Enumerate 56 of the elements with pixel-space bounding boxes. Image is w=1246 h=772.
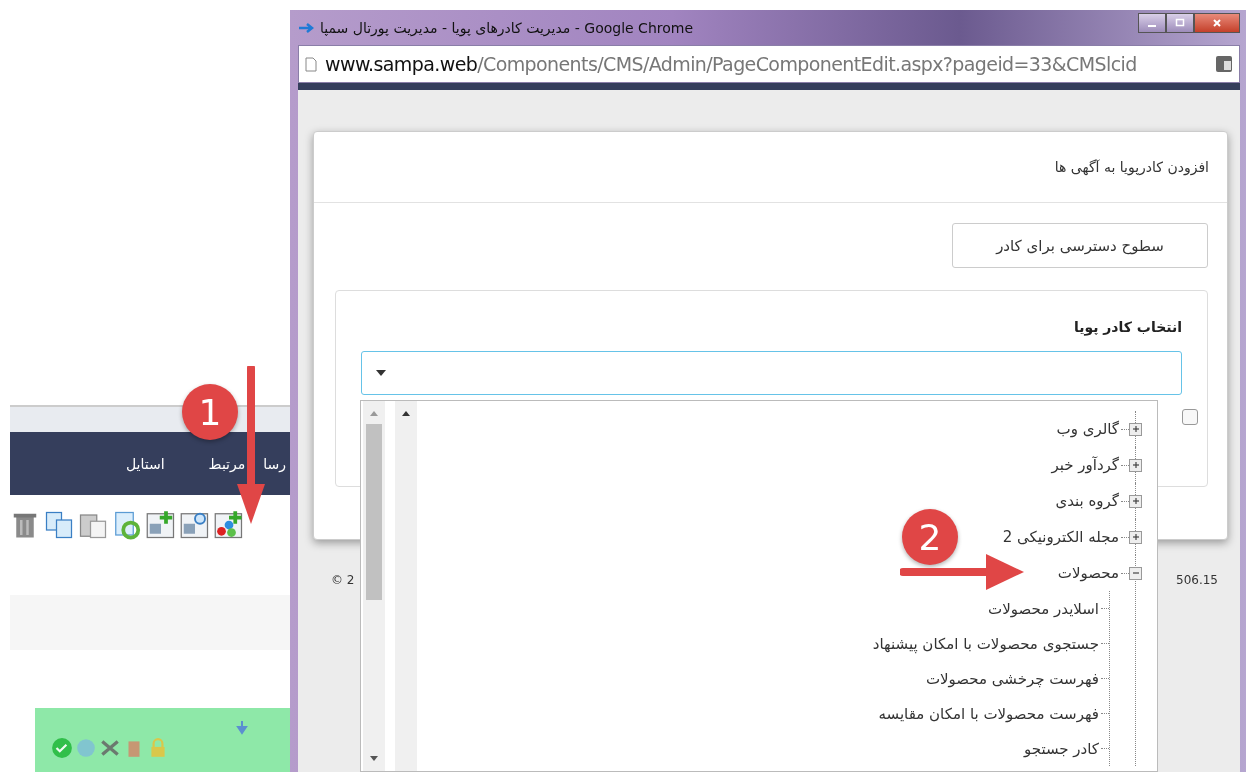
down-arrow-icon[interactable] bbox=[236, 721, 248, 735]
field-label: انتخاب کادر پویا bbox=[1073, 319, 1182, 335]
tree-item[interactable]: فهرست چرخشی محصولات bbox=[923, 669, 1101, 688]
expander[interactable] bbox=[1129, 530, 1142, 544]
url-text: www.sampa.web/Components/CMS/Admin/PageComponentEdit.aspx?pageid=33&CMSlcid bbox=[325, 53, 1138, 75]
scroll-down-icon[interactable] bbox=[370, 756, 378, 761]
maximize-icon bbox=[1175, 17, 1185, 28]
plus-icon bbox=[1131, 425, 1140, 433]
scrollbar[interactable] bbox=[363, 401, 385, 771]
close-icon bbox=[1212, 17, 1222, 28]
expander[interactable] bbox=[1129, 422, 1142, 436]
add-component-icon[interactable] bbox=[214, 510, 244, 540]
page-icon bbox=[305, 56, 317, 72]
app-icon bbox=[298, 22, 314, 33]
tree-item[interactable]: محصولات bbox=[1055, 564, 1121, 582]
copy-icon[interactable] bbox=[44, 510, 74, 540]
select-field[interactable] bbox=[361, 351, 1182, 395]
expander[interactable] bbox=[1129, 494, 1142, 508]
menu-item[interactable]: استایل bbox=[126, 455, 165, 472]
scrollbar[interactable] bbox=[395, 401, 417, 771]
minimize-button[interactable] bbox=[1138, 12, 1166, 33]
search-image-icon[interactable] bbox=[180, 510, 210, 540]
tree-item[interactable]: مجله الکترونیکی 2 bbox=[1000, 528, 1121, 546]
address-bar[interactable]: www.sampa.web/Components/CMS/Admin/PageComponentEdit.aspx?pageid=33&CMSlcid bbox=[298, 45, 1240, 83]
tree-item[interactable]: اسلایدر محصولات bbox=[986, 599, 1101, 618]
minus-icon bbox=[1131, 569, 1140, 577]
tree-item[interactable]: گالری وب bbox=[1054, 420, 1121, 438]
menu-item[interactable]: رسا bbox=[263, 455, 286, 472]
tree-item[interactable]: کادر جستجو bbox=[1022, 739, 1101, 758]
add-image-icon[interactable] bbox=[146, 510, 176, 540]
maximize-button[interactable] bbox=[1166, 12, 1194, 33]
caret-icon bbox=[376, 370, 386, 376]
access-levels-button[interactable]: سطوح دسترسی برای کادر bbox=[952, 223, 1208, 268]
plus-icon bbox=[1131, 533, 1140, 541]
refresh-icon[interactable] bbox=[112, 510, 142, 540]
menu-item[interactable]: مرتبط bbox=[208, 455, 246, 472]
scroll-thumb[interactable] bbox=[366, 424, 382, 600]
step-badge: 1 bbox=[182, 384, 238, 440]
dialog-title: افزودن کادرپویا به آگهی ها bbox=[1054, 159, 1209, 175]
version-text: 506.15 bbox=[1176, 573, 1218, 587]
check-circle-icon[interactable] bbox=[51, 737, 73, 759]
scroll-up-icon[interactable] bbox=[402, 411, 410, 416]
minimize-icon bbox=[1148, 24, 1156, 27]
tree-item[interactable]: جستجوی محصولات با امکان پیشنهاد bbox=[870, 634, 1101, 653]
close-button[interactable] bbox=[1194, 12, 1240, 33]
expander[interactable] bbox=[1129, 566, 1142, 580]
window-title: مدیریت کادرهای پویا - مدیریت پورتال سمپا - Google Chrome bbox=[320, 19, 695, 36]
plus-icon bbox=[1131, 461, 1140, 469]
checkbox[interactable] bbox=[1182, 409, 1198, 425]
translate-icon[interactable] bbox=[1215, 55, 1233, 73]
tree-item[interactable]: گروه بندی bbox=[1053, 492, 1121, 510]
expander[interactable] bbox=[1129, 458, 1142, 472]
footer-text: © 2 bbox=[331, 573, 355, 587]
tree-item[interactable]: گردآور خبر bbox=[1049, 456, 1121, 474]
plus-icon bbox=[1131, 497, 1140, 505]
tree-item[interactable]: فهرست محصولات با امکان مقایسه bbox=[876, 704, 1101, 723]
